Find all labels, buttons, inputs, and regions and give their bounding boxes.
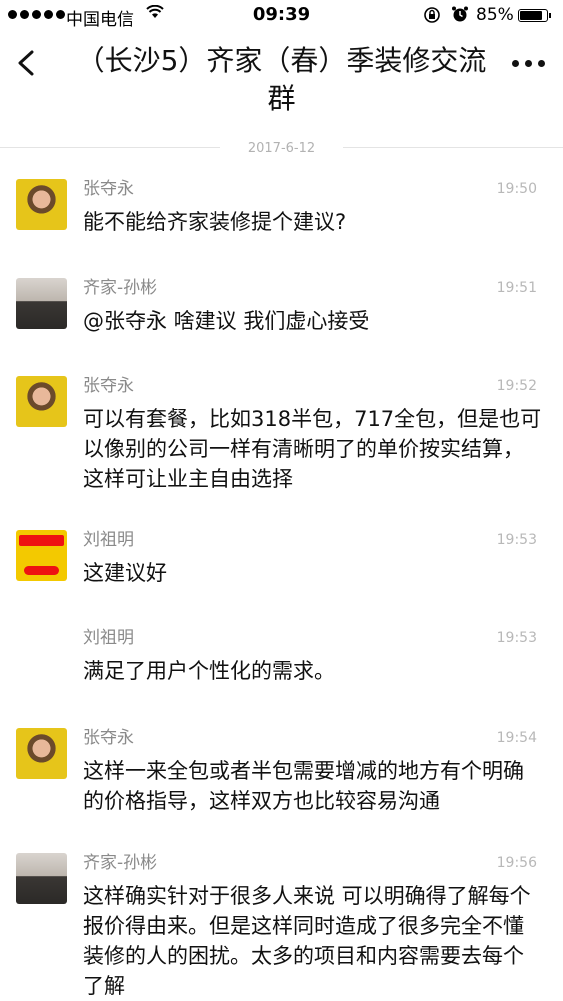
message-text: 能不能给齐家装修提个建议? — [83, 210, 347, 234]
rotation-lock-icon — [423, 6, 441, 28]
alarm-icon — [451, 5, 469, 27]
navigation-bar: （长沙5）齐家（春）季装修交流群 — [0, 32, 563, 122]
more-options-icon[interactable] — [512, 60, 545, 67]
message-time: 19:50 — [496, 181, 537, 197]
avatar[interactable] — [16, 278, 67, 329]
avatar[interactable] — [16, 530, 67, 581]
sender-name: 张夺永 — [83, 376, 134, 396]
battery-percent: 85% — [476, 5, 514, 25]
avatar[interactable] — [16, 728, 67, 779]
battery-icon — [518, 9, 551, 22]
avatar[interactable] — [16, 376, 67, 427]
sender-name: 刘祖明 — [83, 530, 134, 550]
sender-name: 张夺永 — [83, 179, 134, 199]
message-time: 19:52 — [496, 378, 537, 394]
message-text: 满足了用户个性化的需求。 — [83, 659, 335, 683]
divider-line — [343, 147, 563, 148]
sender-name: 齐家-孙彬 — [83, 853, 158, 873]
message-time: 19:54 — [496, 730, 537, 746]
sender-name: 张夺永 — [83, 728, 134, 748]
message-text: 这建议好 — [83, 561, 167, 585]
message-time: 19:51 — [496, 280, 537, 296]
message-text: @张夺永 啥建议 我们虚心接受 — [83, 309, 370, 333]
page-title: （长沙5）齐家（春）季装修交流群 — [76, 44, 487, 115]
message-text: 这样确实针对于很多人来说 可以明确得了解每个报价得由来。但是这样同时造成了很多完… — [83, 884, 531, 998]
date-divider: 2017-6-12 — [0, 137, 563, 159]
sender-name: 齐家-孙彬 — [83, 278, 158, 298]
message-text: 可以有套餐，比如318半包，717全包，但是也可以像别的公司一样有清晰明了的单价… — [83, 407, 542, 491]
divider-line — [0, 147, 220, 148]
avatar[interactable] — [16, 853, 67, 904]
battery-level — [520, 11, 543, 20]
date-label: 2017-6-12 — [247, 141, 316, 156]
message-time: 19:53 — [496, 630, 537, 646]
avatar[interactable] — [16, 179, 67, 230]
sender-name: 刘祖明 — [83, 628, 134, 648]
message-time: 19:56 — [496, 855, 537, 871]
status-bar: 中国电信 09:39 85% — [0, 0, 563, 32]
back-chevron-icon[interactable] — [14, 50, 40, 76]
message-text: 这样一来全包或者半包需要增减的地方有个明确的价格指导，这样双方也比较容易沟通 — [83, 759, 524, 813]
message-time: 19:53 — [496, 532, 537, 548]
